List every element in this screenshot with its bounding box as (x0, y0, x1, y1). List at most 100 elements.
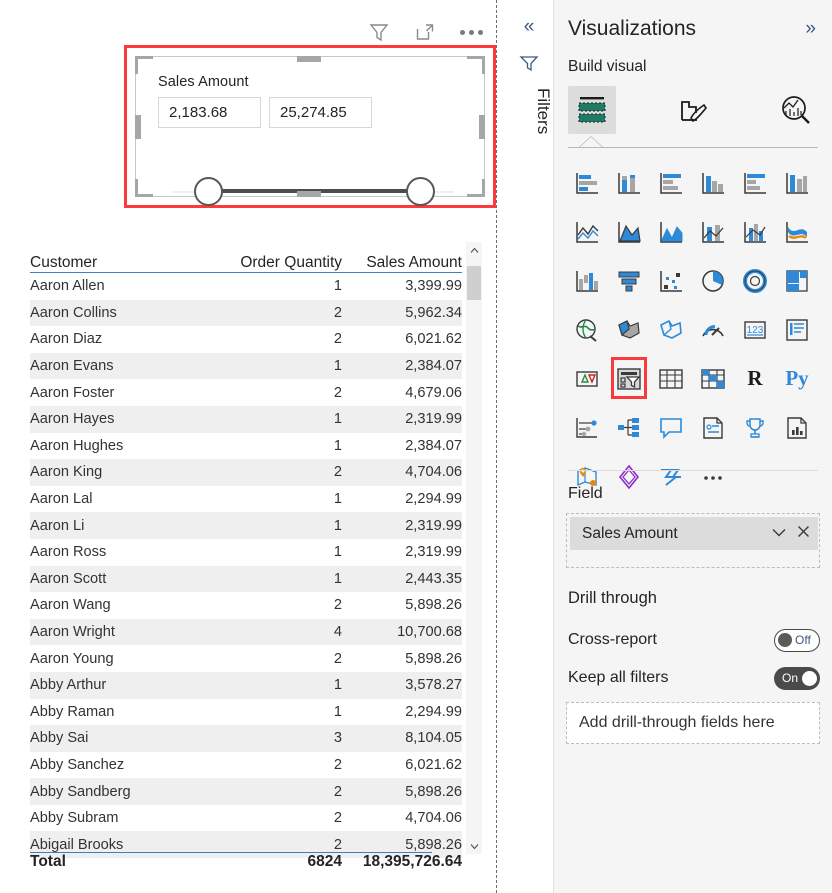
visual-type-gauge-chart[interactable] (692, 305, 734, 354)
visual-type-stacked-area-chart[interactable] (650, 207, 692, 256)
column-header-sales-amount[interactable]: Sales Amount (342, 254, 462, 272)
visual-type-line-and-clustered-column-chart[interactable] (734, 207, 776, 256)
collapse-filters-icon[interactable]: « (516, 14, 542, 40)
table-row[interactable]: Abby Subram24,704.06 (30, 805, 462, 832)
resize-handle-top-right[interactable] (467, 56, 485, 74)
visual-type-key-influencers[interactable] (566, 403, 608, 452)
slicer-visual[interactable]: Sales Amount 2,183.68 25,274.85 (135, 56, 485, 197)
slicer-min-input[interactable]: 2,183.68 (158, 97, 261, 128)
visual-type-donut-chart[interactable] (734, 256, 776, 305)
visual-type-r-script-visual[interactable]: R (734, 354, 776, 403)
table-row[interactable]: Aaron Hughes12,384.07 (30, 433, 462, 460)
expand-pane-icon[interactable]: » (801, 16, 820, 42)
visual-type-line-chart[interactable] (566, 207, 608, 256)
visual-type-filled-map[interactable] (608, 305, 650, 354)
cell-sales-amount: 2,443.35 (342, 571, 462, 587)
visual-type-more-visuals-icon[interactable] (692, 452, 734, 501)
visual-type-decomposition-tree[interactable] (608, 403, 650, 452)
visual-type-stacked-bar-chart[interactable] (566, 158, 608, 207)
table-row[interactable]: Abby Sandberg25,898.26 (30, 778, 462, 805)
table-row[interactable]: Aaron Collins25,962.34 (30, 300, 462, 327)
resize-handle-top-left[interactable] (135, 56, 153, 74)
visual-type-map[interactable] (566, 305, 608, 354)
visual-type-slicer[interactable] (608, 354, 650, 403)
table-row[interactable]: Aaron Diaz26,021.62 (30, 326, 462, 353)
visual-type-power-automate-visual[interactable] (650, 452, 692, 501)
scroll-up-arrow[interactable] (466, 242, 482, 258)
column-header-order-quantity[interactable]: Order Quantity (220, 254, 342, 272)
visual-type-matrix[interactable] (692, 354, 734, 403)
table-row[interactable]: Aaron Li12,319.99 (30, 512, 462, 539)
resize-handle-middle-left[interactable] (135, 115, 141, 139)
column-header-customer[interactable]: Customer (30, 254, 220, 272)
resize-handle-middle-right[interactable] (479, 115, 485, 139)
drill-through-drop-well[interactable]: Add drill-through fields here (566, 702, 820, 744)
chevron-down-icon[interactable] (771, 525, 787, 542)
visual-type-100-stacked-bar-chart[interactable] (734, 158, 776, 207)
table-row[interactable]: Abby Arthur13,578.27 (30, 672, 462, 699)
slicer-visual-selected[interactable]: Sales Amount 2,183.68 25,274.85 (124, 45, 496, 208)
build-visual-icon[interactable] (568, 86, 616, 134)
visual-type-shape-map[interactable] (650, 305, 692, 354)
visual-type-table[interactable] (650, 354, 692, 403)
slider-handle-max[interactable] (406, 177, 435, 206)
field-chip[interactable]: Sales Amount (570, 517, 818, 550)
customer-table-visual[interactable]: Customer Order Quantity Sales Amount Aar… (30, 238, 462, 859)
filters-pane-collapsed[interactable]: « Filters (505, 0, 553, 893)
table-row[interactable]: Aaron Young25,898.26 (30, 645, 462, 672)
visual-type-funnel-chart[interactable] (608, 256, 650, 305)
resize-handle-bottom-right[interactable] (467, 179, 485, 197)
resize-handle-top-center[interactable] (297, 56, 321, 62)
visual-type-pie-chart[interactable] (692, 256, 734, 305)
table-row[interactable]: Aaron Scott12,443.35 (30, 566, 462, 593)
table-row[interactable]: Aaron Allen13,399.99 (30, 273, 462, 300)
filter-icon[interactable] (519, 54, 539, 79)
slider-handle-min[interactable] (194, 177, 223, 206)
visual-type-line-and-stacked-column-chart[interactable] (692, 207, 734, 256)
table-row[interactable]: Aaron Foster24,679.06 (30, 379, 462, 406)
visual-type-multi-row-card[interactable] (776, 305, 818, 354)
visual-type-stacked-column-chart[interactable] (608, 158, 650, 207)
table-row[interactable]: Aaron Wright410,700.68 (30, 619, 462, 646)
table-row[interactable]: Aaron King24,704.06 (30, 459, 462, 486)
table-row[interactable]: Aaron Wang25,898.26 (30, 592, 462, 619)
close-icon[interactable] (797, 525, 810, 542)
visual-type-waterfall-chart[interactable] (566, 256, 608, 305)
keep-all-filters-toggle[interactable]: On (774, 667, 820, 690)
table-row[interactable]: Abby Sanchez26,021.62 (30, 752, 462, 779)
visual-type-clustered-column-chart[interactable] (692, 158, 734, 207)
visual-type-kpi[interactable] (566, 354, 608, 403)
visual-type-card[interactable]: 123 (734, 305, 776, 354)
table-scrollbar[interactable] (466, 242, 482, 854)
slicer-max-input[interactable]: 25,274.85 (269, 97, 372, 128)
table-row[interactable]: Abby Raman12,294.99 (30, 699, 462, 726)
scrollbar-thumb[interactable] (467, 266, 481, 300)
resize-handle-bottom-center[interactable] (297, 191, 321, 197)
format-visual-icon[interactable] (670, 86, 718, 134)
filter-icon[interactable] (365, 18, 393, 46)
table-row[interactable]: Aaron Hayes12,319.99 (30, 406, 462, 433)
analytics-icon[interactable] (772, 86, 820, 134)
visual-type-smart-narrative[interactable] (692, 403, 734, 452)
visual-type-clustered-bar-chart[interactable] (650, 158, 692, 207)
visual-type-power-apps-visual[interactable] (608, 452, 650, 501)
visual-type-treemap[interactable] (776, 256, 818, 305)
scroll-down-arrow[interactable] (466, 838, 482, 854)
cross-report-toggle[interactable]: Off (774, 629, 820, 652)
visual-type-area-chart[interactable] (608, 207, 650, 256)
visual-type-paginated-report[interactable] (776, 403, 818, 452)
visual-type-python-visual[interactable]: Py (776, 354, 818, 403)
table-row[interactable]: Aaron Lal12,294.99 (30, 486, 462, 513)
visual-type-scatter-chart[interactable] (650, 256, 692, 305)
field-drop-well[interactable]: Sales Amount (566, 513, 820, 568)
visual-type-100-stacked-column-chart[interactable] (776, 158, 818, 207)
table-row[interactable]: Aaron Evans12,384.07 (30, 353, 462, 380)
table-row[interactable]: Aaron Ross12,319.99 (30, 539, 462, 566)
visual-type-ribbon-chart[interactable] (776, 207, 818, 256)
table-row[interactable]: Abby Sai38,104.05 (30, 725, 462, 752)
focus-mode-icon[interactable] (411, 18, 439, 46)
visual-type-metrics-visual[interactable] (734, 403, 776, 452)
more-options-icon[interactable] (457, 18, 485, 46)
resize-handle-bottom-left[interactable] (135, 179, 153, 197)
visual-type-qna-visual[interactable] (650, 403, 692, 452)
